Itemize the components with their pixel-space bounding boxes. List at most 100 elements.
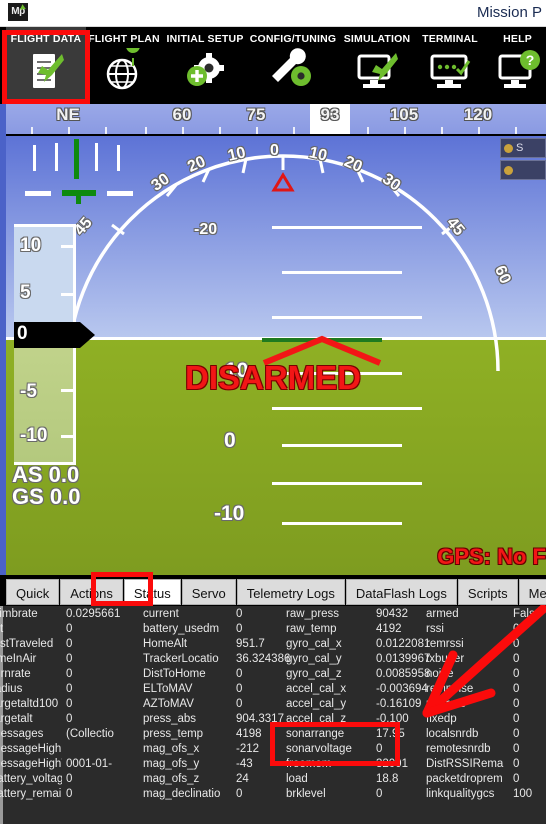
toolbar-item-help[interactable]: HELP ?	[489, 27, 546, 104]
status-row[interactable]: fixedp 0	[426, 713, 546, 728]
status-row[interactable]: rssi 0	[426, 623, 546, 638]
status-row[interactable]: accel_cal_x -0.003694	[286, 683, 428, 698]
gps-status-text: GPS: No F	[437, 544, 546, 569]
toolbar-label-flight-data: FLIGHT DATA	[10, 33, 82, 45]
status-row[interactable]: txbuffer 0	[426, 653, 546, 668]
status-key: noise	[426, 668, 454, 680]
status-key: armed	[426, 608, 459, 620]
status-row[interactable]: sonarrange 17.95	[286, 728, 426, 743]
status-row[interactable]: distTraveled 0	[0, 638, 131, 653]
status-row[interactable]: ELToMAV 0	[143, 683, 288, 698]
status-key: ELToMAV	[143, 683, 193, 695]
status-row[interactable]: DistToHome 0	[143, 668, 288, 683]
status-row[interactable]: freemem 32001	[286, 758, 426, 773]
status-row[interactable]: accel_cal_z -0.100	[286, 713, 426, 728]
status-row[interactable]: timeInAir 0	[0, 653, 131, 668]
status-row[interactable]: press_temp 4198	[143, 728, 288, 743]
status-row[interactable]: messageHighT 0001-01-	[0, 758, 131, 773]
status-row[interactable]: remotesnrdb 0	[426, 743, 546, 758]
tab-messages[interactable]: Messages	[518, 579, 546, 605]
status-row[interactable]: raw_temp 4192	[286, 623, 426, 638]
status-key: brklevel	[286, 788, 326, 800]
toolbar-item-config-tuning[interactable]: CONFIG/TUNING	[249, 27, 337, 104]
status-key: accel_cal_y	[286, 698, 347, 710]
status-row[interactable]: TrackerLocatio 36.324386	[143, 653, 290, 668]
tab-quick[interactable]: Quick	[6, 579, 60, 605]
toolbar-item-initial-setup[interactable]: INITIAL SETUP	[163, 27, 247, 104]
status-row[interactable]: armed False	[426, 608, 546, 623]
status-row[interactable]: battery_remain 0	[0, 788, 131, 803]
status-row[interactable]: current 0	[143, 608, 288, 623]
toolbar-label-simulation: SIMULATION	[343, 33, 411, 45]
status-row[interactable]: rxerrors 0	[426, 698, 546, 713]
status-row[interactable]: gyro_cal_x 0.0122081	[286, 638, 430, 653]
status-row[interactable]: brklevel 0	[286, 788, 426, 803]
tab-servo[interactable]: Servo	[181, 579, 236, 605]
status-row[interactable]: raw_press 90432	[286, 608, 426, 623]
status-row[interactable]: mag_ofs_z 24	[143, 773, 288, 788]
status-key: remrssi	[426, 638, 464, 650]
tab-status-label: Status	[133, 585, 171, 601]
status-key: mag_ofs_y	[143, 758, 200, 770]
status-row[interactable]: gyro_cal_y 0.0139967	[286, 653, 430, 668]
status-row[interactable]: battery_voltage 0	[0, 773, 131, 788]
status-value: False	[513, 608, 542, 620]
status-row[interactable]: accel_cal_y -0.16109	[286, 698, 426, 713]
status-row[interactable]: gyro_cal_z 0.0085958	[286, 668, 430, 683]
status-row[interactable]: sonarvoltage 0	[286, 743, 426, 758]
toolbar-label-help: HELP	[503, 33, 532, 45]
status-row[interactable]: press_abs 904.3317	[143, 713, 288, 728]
status-row[interactable]: mag_ofs_y -43	[143, 758, 288, 773]
tab-quick-label: Quick	[16, 585, 50, 601]
status-row[interactable]: remnoise 0	[426, 683, 546, 698]
status-row[interactable]: AZToMAV 0	[143, 698, 288, 713]
toolbar-item-flight-data[interactable]: FLIGHT DATA	[6, 27, 86, 104]
status-key: climbrate	[0, 608, 38, 620]
tab-scripts[interactable]: Scripts	[457, 579, 518, 605]
compass-heading-value: 93	[320, 105, 340, 124]
status-row[interactable]: radius 0	[0, 683, 131, 698]
status-key: targetaltd100	[0, 698, 59, 710]
status-row[interactable]: climbrate 0.0295661	[0, 608, 131, 623]
status-row[interactable]: noise 0	[426, 668, 546, 683]
tab-actions[interactable]: Actions	[60, 579, 123, 605]
main-toolbar: FLIGHT DATA FLIGHT PLAN INITIAL SETUP CO…	[0, 27, 546, 104]
compass-heading-highlight: 93	[310, 104, 350, 134]
status-key: mag_declinatio	[143, 788, 221, 800]
tab-telemetry-logs[interactable]: Telemetry Logs	[236, 579, 345, 605]
status-value: 0	[513, 638, 520, 650]
status-row[interactable]: messageHigh	[0, 743, 131, 758]
toolbar-item-terminal[interactable]: TERMINAL	[417, 27, 483, 104]
status-row[interactable]: battery_usedm 0	[143, 623, 288, 638]
pitch-label-0: 0	[224, 429, 236, 452]
status-row[interactable]: mag_declinatio 0	[143, 788, 288, 803]
status-row[interactable]: HomeAlt 951.7	[143, 638, 288, 653]
status-row[interactable]: DistRSSIRema 0	[426, 758, 546, 773]
status-row[interactable]: remrssi 0	[426, 638, 546, 653]
status-row[interactable]: linkqualitygcs 100	[426, 788, 546, 803]
status-row[interactable]: packetdroprem 0	[426, 773, 546, 788]
status-value: 0	[66, 668, 73, 680]
tab-dataflash-logs[interactable]: DataFlash Logs	[345, 579, 457, 605]
status-row[interactable]: mag_ofs_x -212	[143, 743, 288, 758]
status-value: 0	[66, 788, 73, 800]
status-row[interactable]: turnrate 0	[0, 668, 131, 683]
status-row[interactable]: targetalt 0	[0, 713, 131, 728]
hud-panel[interactable]: NE 60 75 93 105 120 S 0 10 20 30 45 10 2…	[0, 104, 546, 575]
help-icon: ?	[495, 48, 541, 99]
hud-altitude-readout: 0	[14, 322, 95, 348]
status-key: TrackerLocatio	[143, 653, 219, 665]
status-row[interactable]: alt 0	[0, 623, 131, 638]
status-value: 0	[66, 683, 73, 695]
status-row[interactable]: localsnrdb 0	[426, 728, 546, 743]
toolbar-item-simulation[interactable]: SIMULATION	[339, 27, 415, 104]
status-row[interactable]: targetaltd100 0	[0, 698, 131, 713]
status-row[interactable]: messages (Collectio	[0, 728, 131, 743]
status-value: 0	[66, 698, 73, 710]
status-row[interactable]: load 18.8	[286, 773, 426, 788]
hud-speed-readouts: AS 0.0 GS 0.0	[12, 464, 80, 508]
tab-status[interactable]: Status	[123, 579, 181, 605]
toolbar-item-flight-plan[interactable]: FLIGHT PLAN	[88, 27, 160, 104]
toolbar-label-config-tuning: CONFIG/TUNING	[249, 33, 337, 45]
status-table-panel[interactable]: climbrate0.0295661alt0distTraveled0timeI…	[0, 606, 546, 824]
